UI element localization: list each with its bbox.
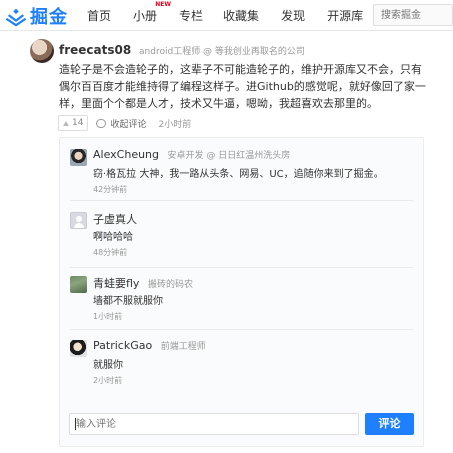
reply-content: 窃·格瓦拉 大神，我一路从头条、网易、UC，追随你来到了掘金。 — [93, 169, 384, 180]
avatar[interactable] — [70, 276, 87, 293]
reply-author-name[interactable]: 子虚真人 — [93, 213, 137, 226]
nav-booklet-label: 小册 — [133, 9, 158, 23]
avatar[interactable] — [70, 212, 87, 229]
reply-author-role: 安卓开发 @ 日日红温州洗头房 — [167, 151, 291, 161]
author-name[interactable]: freecats08 — [59, 43, 131, 57]
new-badge: NEW — [155, 1, 172, 8]
comment-bubble-icon — [96, 118, 107, 128]
like-count: 14 — [72, 118, 84, 128]
reply-author-line: PatrickGao 前端工程师 — [93, 339, 206, 352]
reply-author-line: 子虚真人 — [93, 211, 137, 227]
reply-author-line: AlexCheung 安卓开发 @ 日日红温州洗头房 — [93, 148, 290, 161]
reply-author-name[interactable]: 青蛙要fly — [93, 277, 139, 290]
juejin-logo-icon — [5, 8, 27, 27]
reply-author-role: 搬砖的码农 — [147, 280, 193, 290]
comment-content: 造轮子是不会造轮子的，这辈子不可能造轮子的，维护开源库又不会，只有偶尔百百度才能… — [59, 63, 426, 110]
nav-discover[interactable]: 发现 — [281, 7, 305, 24]
submit-comment-button[interactable]: 评论 — [365, 413, 414, 435]
collapse-comments-label: 收起评论 — [110, 119, 147, 130]
reply-list: AlexCheung 安卓开发 @ 日日红温州洗头房 窃·格瓦拉 大神，我一路从… — [59, 137, 424, 447]
reply-time: 1小时前 — [93, 312, 123, 321]
reply-content: 就服你 — [93, 360, 123, 371]
reply-author-line: 青蛙要fly 搬砖的码农 — [93, 275, 193, 291]
brand-name: 掘金 — [30, 7, 68, 28]
reply-time: 48分钟前 — [93, 248, 128, 257]
reply-author-name[interactable]: PatrickGao — [93, 339, 152, 352]
comment-actions: 14 收起评论 2小时前 — [58, 115, 191, 131]
divider — [70, 267, 413, 268]
reply-content: 墙都不服就服你 — [93, 296, 163, 307]
like-button[interactable]: 14 — [58, 115, 89, 131]
top-navbar: 掘金 首页 小册 NEW 专栏 收藏集 发现 开源库 — [0, 0, 453, 31]
upvote-icon — [63, 120, 69, 126]
reply-content: 啊哈哈哈 — [93, 232, 133, 243]
reply-time: 2小时前 — [93, 376, 123, 385]
logo[interactable]: 掘金 — [5, 3, 68, 29]
divider — [70, 329, 413, 330]
avatar[interactable] — [30, 39, 54, 63]
reply-author-name[interactable]: AlexCheung — [93, 148, 159, 161]
author-meta: android工程师 @ 等我创业再取名的公司 — [139, 47, 305, 57]
search-input[interactable] — [373, 4, 453, 26]
comment-input[interactable] — [69, 413, 359, 435]
nav-column[interactable]: 专栏 — [179, 7, 203, 24]
avatar[interactable] — [70, 340, 87, 357]
reply-author-role: 前端工程师 — [160, 342, 206, 352]
divider — [70, 200, 413, 201]
collapse-comments-button[interactable]: 收起评论 — [96, 117, 146, 130]
avatar[interactable] — [70, 149, 87, 166]
nav-booklet[interactable]: 小册 NEW — [133, 1, 171, 24]
post-author-line: freecats08 android工程师 @ 等我创业再取名的公司 — [59, 43, 305, 57]
text-caret — [75, 418, 76, 430]
comment-time: 2小时前 — [158, 119, 192, 130]
reply-time: 42分钟前 — [93, 185, 128, 194]
nav-collections[interactable]: 收藏集 — [223, 7, 259, 24]
main-nav: 首页 小册 NEW 专栏 收藏集 发现 开源库 — [87, 0, 385, 31]
nav-open-source[interactable]: 开源库 — [327, 7, 363, 24]
nav-home[interactable]: 首页 — [87, 7, 111, 24]
